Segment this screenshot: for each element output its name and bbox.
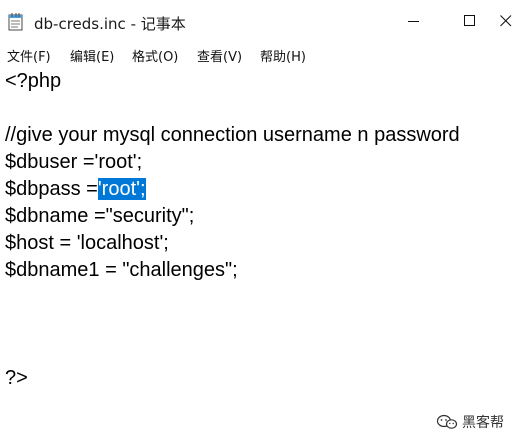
title-bar[interactable]: db-creds.inc - 记事本 [0, 0, 528, 42]
notepad-icon [8, 12, 24, 31]
close-button[interactable] [484, 0, 528, 42]
menu-edit[interactable]: 编辑(E) [70, 46, 114, 65]
selected-text: 'root'; [97, 178, 146, 200]
window-title: db-creds.inc - 记事本 [34, 15, 186, 33]
editor-line-text: $dbpass = [5, 178, 98, 200]
editor-line: $dbname1 = "challenges"; [5, 259, 238, 281]
menu-view[interactable]: 查看(V) [197, 46, 242, 65]
minimize-icon [408, 21, 419, 22]
menu-file[interactable]: 文件(F) [7, 46, 51, 65]
menu-format[interactable]: 格式(O) [132, 46, 178, 65]
editor-line: ?> [5, 367, 28, 389]
maximize-icon [464, 15, 475, 26]
editor-line: $dbpass ='root'; [5, 176, 146, 203]
watermark-text: 黑客帮 [462, 414, 504, 431]
watermark: 黑客帮 [436, 411, 522, 433]
editor-line: //give your mysql connection username n … [5, 124, 460, 146]
close-icon [500, 15, 512, 27]
editor-line: $dbname ="security"; [5, 205, 195, 227]
minimize-button[interactable] [392, 0, 438, 42]
editor-line: <?php [5, 70, 62, 92]
editor-line: $dbuser ='root'; [5, 151, 143, 173]
editor-line: $host = 'localhost'; [5, 232, 169, 254]
notepad-window: db-creds.inc - 记事本 文件(F) 编辑(E) 格式(O) 查看(… [0, 0, 528, 441]
text-editor[interactable]: <?php //give your mysql connection usern… [0, 68, 528, 441]
menu-bar: 文件(F) 编辑(E) 格式(O) 查看(V) 帮助(H) [0, 42, 528, 68]
menu-help[interactable]: 帮助(H) [260, 46, 306, 65]
watermark-logo: 黑客帮 [436, 414, 504, 431]
